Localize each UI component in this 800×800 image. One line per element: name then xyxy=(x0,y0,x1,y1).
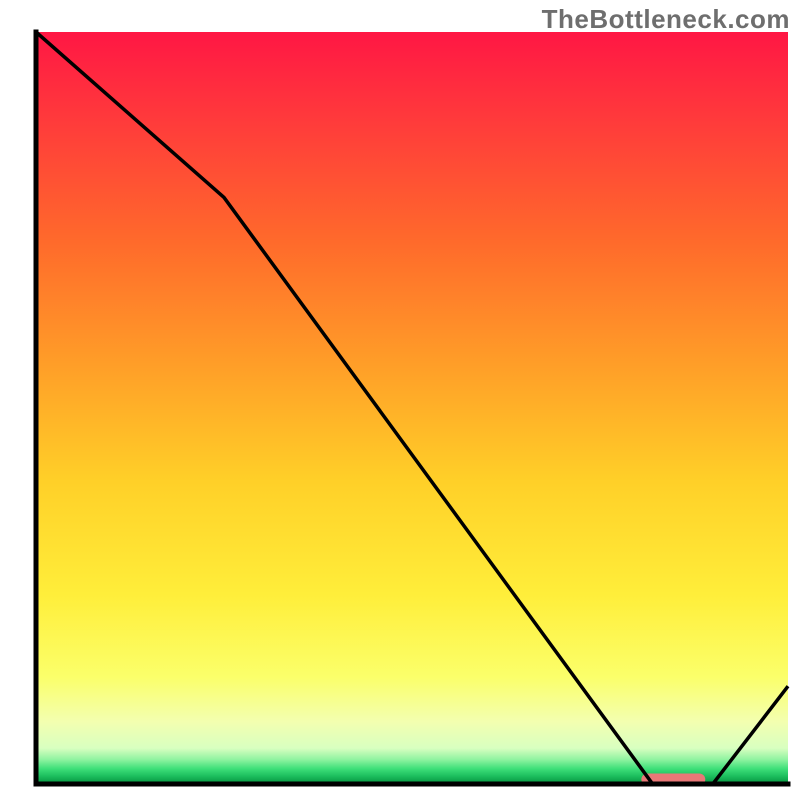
background-gradient xyxy=(36,32,788,782)
bottleneck-chart: TheBottleneck.com xyxy=(0,0,800,800)
chart-svg xyxy=(0,0,800,800)
